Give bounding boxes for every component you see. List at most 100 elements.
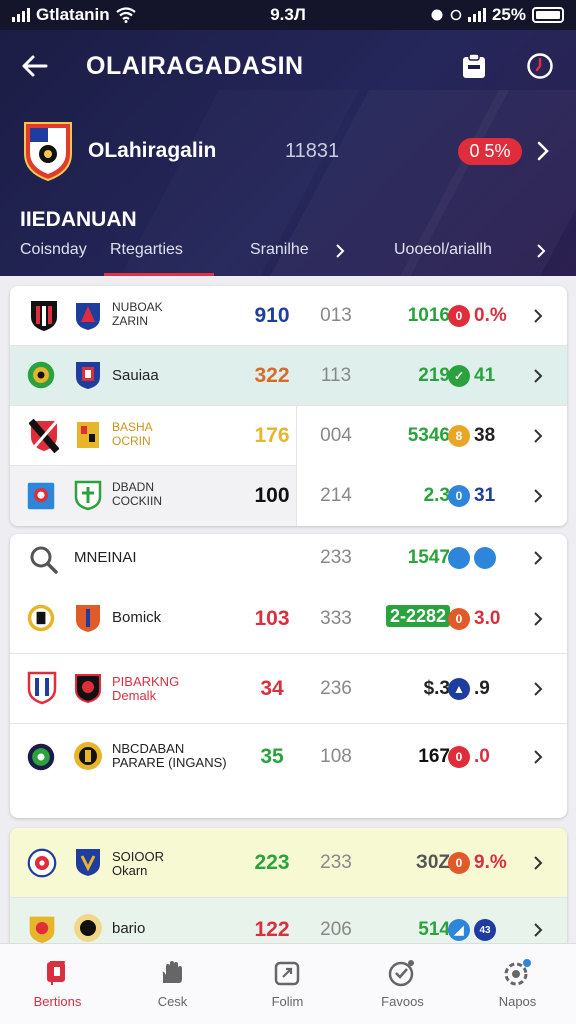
search-icon[interactable] [28, 544, 60, 576]
change-badge: 0 5% [458, 138, 522, 165]
history-button[interactable] [518, 46, 562, 86]
nav-label: Bertions [33, 994, 82, 1009]
row-value-tertiary: 219 [418, 365, 450, 386]
status-badge: 8 [448, 425, 470, 447]
status-badge [474, 547, 496, 569]
row-chevron[interactable] [528, 745, 548, 769]
status-badge: 0 [448, 485, 470, 507]
row-chevron[interactable] [528, 304, 548, 328]
row-value-secondary: 013 [320, 305, 352, 326]
table-row[interactable]: PIBARKNG Demalk 34 236 $.3 ▲ .9 [10, 654, 567, 724]
club-crest-icon [27, 482, 55, 510]
club-crest-icon [76, 303, 100, 330]
tab-1[interactable]: Rtegarties [104, 241, 214, 276]
row-value-primary: 910 [254, 304, 290, 327]
team-detail-button[interactable] [530, 136, 556, 166]
chevron-right-icon [534, 923, 543, 937]
chevron-right-icon [336, 244, 345, 258]
search-row[interactable]: MNEINAI 233 1547 [10, 534, 567, 584]
club-crest-icon [27, 743, 55, 771]
row-name: PIBARKNG Demalk [112, 674, 180, 703]
row-percent: .0 [474, 746, 490, 767]
tab-3[interactable]: Uooeol/ariallh [394, 241, 492, 276]
status-badge: ✓ [448, 365, 470, 387]
status-badge-secondary: 43 [474, 919, 496, 941]
chevron-right-icon [534, 682, 543, 696]
form-icon [272, 958, 302, 988]
row-chevron[interactable] [528, 607, 548, 631]
chevron-right-icon [534, 489, 543, 503]
battery-icon [532, 7, 564, 23]
row-value-tertiary: 514 [418, 919, 450, 940]
row-value-secondary: 333 [320, 608, 352, 629]
club-crest-icon [31, 301, 57, 331]
status-bar: Gtlatanin 9.3Л 25% [0, 0, 576, 30]
row-name: NBCDABAN PARARE (INGANS) [112, 741, 227, 770]
row-name: Sauiaa [112, 367, 159, 384]
tab-2[interactable]: Sranilhe [250, 241, 309, 276]
nav-item-folim[interactable]: Folim [230, 944, 345, 1024]
table-row-highlighted[interactable]: SOIOOR Okarn 223 233 З0Z 0 9.% [10, 828, 567, 898]
chevron-right-icon [534, 309, 543, 323]
table-row[interactable]: BASHA OCRIN 176 004 5346 8 38 [10, 406, 567, 466]
row-chevron[interactable] [528, 677, 548, 701]
rotation-lock-icon [450, 9, 462, 21]
clipboard-button[interactable] [452, 46, 496, 86]
highlight-value: 2-2282 [385, 605, 450, 627]
table-row-highlighted[interactable]: Sauiaa 322 113 219 ✓ 41 [10, 346, 567, 406]
row-value-tertiary: 167 [418, 746, 450, 767]
row-chevron[interactable] [528, 364, 548, 388]
row-value-primary: 35 [260, 745, 284, 768]
row-chevron[interactable] [528, 851, 548, 875]
table-row[interactable]: DBADN COCKIIN 100 214 2.3 0 31 [10, 466, 567, 526]
club-crest-icon [74, 480, 102, 511]
club-crest-icon [29, 916, 55, 944]
row-value-primary: 322 [254, 364, 290, 387]
row-name: NUBOAK ZARIN [112, 300, 163, 328]
row-percent: 0.% [474, 305, 507, 326]
header: OLAIRAGADASIN OLahiragalin 11831 0 5% II… [0, 30, 576, 276]
nav-label: Favoos [381, 994, 424, 1009]
standings-card-1: NUBOAK ZARIN 910 013 1016 0 0.% Sauiaa 32… [10, 286, 567, 526]
tab-0[interactable]: Coisnday [20, 241, 87, 276]
bottom-nav: Bertions Cesk Folim Favoos Napos [0, 943, 576, 1024]
row-name: BASHA OCRIN [112, 420, 153, 448]
settings-icon [502, 958, 532, 988]
club-crest-icon [76, 849, 100, 876]
row-name: bario [112, 920, 146, 937]
search-value-secondary: 233 [320, 547, 352, 568]
row-value-secondary: 214 [320, 485, 352, 506]
club-crest-icon [74, 742, 102, 770]
search-label: MNEINAI [74, 549, 137, 566]
club-crest-icon [75, 674, 101, 704]
row-chevron[interactable] [528, 484, 548, 508]
table-row[interactable]: Bomick 103 333 2-2282 0 3.0 [10, 584, 567, 654]
flag-icon [42, 958, 72, 988]
nav-item-napos[interactable]: Napos [460, 944, 575, 1024]
nav-label: Folim [271, 994, 304, 1009]
nav-label: Napos [498, 994, 537, 1009]
row-chevron[interactable] [528, 424, 548, 448]
row-percent: .9 [474, 678, 490, 699]
nav-item-favoos[interactable]: Favoos [345, 944, 460, 1024]
nav-item-bertions[interactable]: Bertions [0, 944, 115, 1024]
back-button[interactable] [14, 48, 54, 84]
table-row[interactable]: NBCDABAN PARARE (INGANS) 35 108 167 0 .0 [10, 724, 567, 818]
row-value-tertiary: 2-2282 [370, 605, 450, 628]
row-value-primary: 122 [254, 918, 290, 941]
row-chevron[interactable] [528, 918, 548, 942]
table-row[interactable]: NUBOAK ZARIN 910 013 1016 0 0.% [10, 286, 567, 346]
row-value-secondary: 113 [320, 365, 352, 386]
search-value-tertiary: 1547 [407, 547, 450, 568]
tab-2-chevron[interactable] [330, 239, 350, 263]
page-title: OLAIRAGADASIN [86, 52, 304, 80]
nav-item-cesk[interactable]: Cesk [115, 944, 230, 1024]
chevron-right-icon [534, 750, 543, 764]
chevron-right-icon [537, 244, 546, 258]
row-chevron[interactable] [528, 546, 548, 570]
tab-3-chevron[interactable] [531, 239, 551, 263]
standings-card-2: MNEINAI 233 1547 Bomick 103 333 2-2282 0… [10, 534, 567, 818]
star-badge-icon [387, 958, 417, 988]
team-score: 11831 [285, 140, 340, 162]
row-value-primary: 34 [260, 677, 284, 700]
